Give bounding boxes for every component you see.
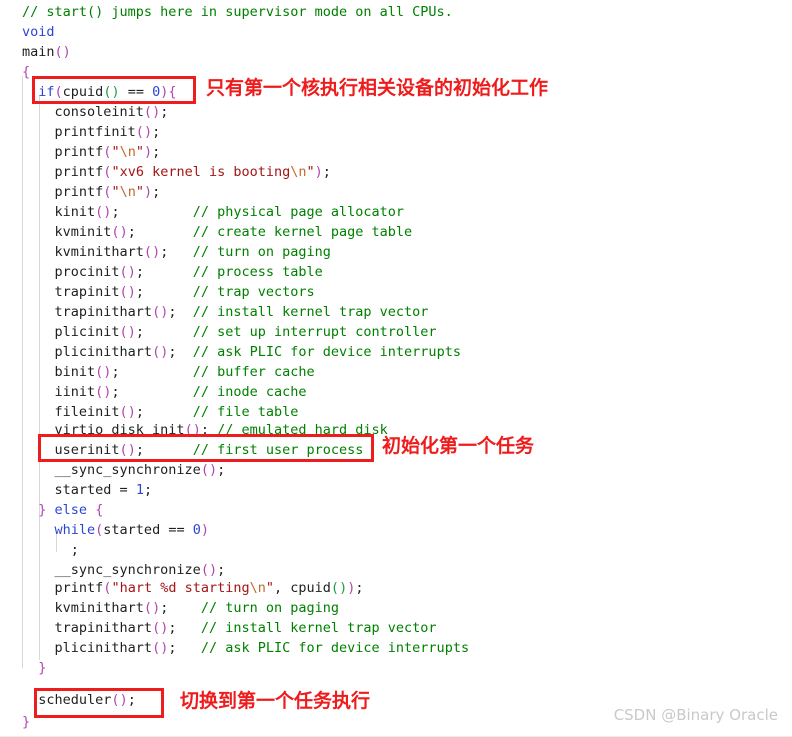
code-line[interactable]: trapinithart(); // install kernel trap v… <box>22 618 437 638</box>
code-line[interactable]: // start() jumps here in supervisor mode… <box>22 2 453 22</box>
code-line[interactable]: kinit(); // physical page allocator <box>22 202 405 222</box>
code-line[interactable]: kvminit(); // create kernel page table <box>22 222 413 242</box>
code-line[interactable]: printf("\n"); <box>22 142 161 162</box>
annotation-init-devices: 只有第一个核执行相关设备的初始化工作 <box>206 77 549 99</box>
code-line[interactable]: if(cpuid() == 0){ <box>22 82 176 102</box>
code-line[interactable]: } <box>22 658 46 678</box>
code-line[interactable]: printf("xv6 kernel is booting\n"); <box>22 162 331 182</box>
code-line[interactable]: iinit(); // inode cache <box>22 382 307 402</box>
code-line[interactable]: main() <box>22 42 71 62</box>
code-line[interactable]: plicinit(); // set up interrupt controll… <box>22 322 437 342</box>
code-line[interactable]: procinit(); // process table <box>22 262 323 282</box>
code-line[interactable]: void <box>22 22 55 42</box>
code-editor-surface[interactable]: // start() jumps here in supervisor mode… <box>0 0 792 737</box>
code-line[interactable]: ; <box>22 540 79 560</box>
code-line[interactable]: plicinithart(); // ask PLIC for device i… <box>22 342 461 362</box>
csdn-watermark: CSDN @Binary Oracle <box>613 706 778 724</box>
code-line[interactable]: fileinit(); // file table <box>22 402 299 422</box>
code-line[interactable]: } else { <box>22 500 103 520</box>
annotation-first-task: 初始化第一个任务 <box>382 435 535 457</box>
code-line[interactable]: __sync_synchronize(); <box>22 460 226 480</box>
code-line[interactable]: kvminithart(); // turn on paging <box>22 598 340 618</box>
code-line[interactable]: virtio_disk_init(); // emulated hard dis… <box>22 420 388 440</box>
code-line[interactable]: printf("\n"); <box>22 182 161 202</box>
code-line[interactable]: while(started == 0) <box>22 520 209 540</box>
code-line[interactable]: { <box>22 62 30 82</box>
code-line[interactable]: trapinit(); // trap vectors <box>22 282 315 302</box>
code-line[interactable]: plicinithart(); // ask PLIC for device i… <box>22 638 470 658</box>
code-line[interactable]: started = 1; <box>22 480 153 500</box>
code-line[interactable]: binit(); // buffer cache <box>22 362 315 382</box>
code-line[interactable]: userinit(); // first user process <box>22 440 364 460</box>
annotation-switch-task: 切换到第一个任务执行 <box>180 690 371 712</box>
code-line[interactable]: } <box>22 712 30 732</box>
code-line[interactable]: scheduler(); <box>22 690 136 710</box>
code-line[interactable]: kvminithart(); // turn on paging <box>22 242 331 262</box>
code-line[interactable]: printf("hart %d starting\n", cpuid()); <box>22 578 364 598</box>
code-line[interactable]: printfinit(); <box>22 122 161 142</box>
code-line[interactable]: consoleinit(); <box>22 102 169 122</box>
code-line[interactable]: __sync_synchronize(); <box>22 560 226 580</box>
code-line[interactable]: trapinithart(); // install kernel trap v… <box>22 302 429 322</box>
